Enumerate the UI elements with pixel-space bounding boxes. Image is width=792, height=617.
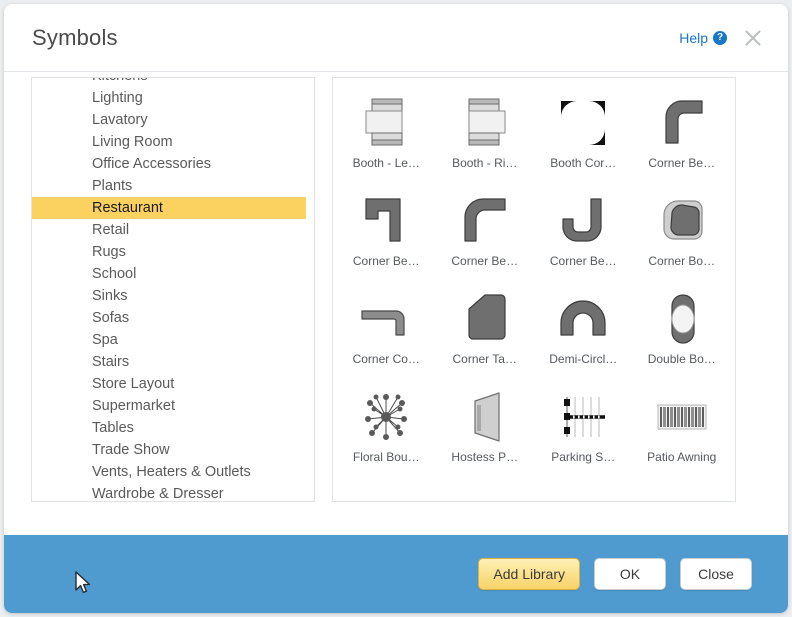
symbol-item[interactable]: Booth Cor… [534,86,633,184]
dialog-header: Symbols Help ? [4,4,788,72]
symbol-label: Floral Bou… [352,450,420,464]
symbol-item[interactable]: Double Bo… [633,282,732,380]
page-title: Symbols [32,24,118,50]
corner-bench-angular-icon [351,190,421,252]
category-list: KitchensLightingLavatoryLiving RoomOffic… [32,78,314,501]
sidebar-item-lavatory[interactable]: Lavatory [32,109,314,131]
sidebar-item-store-layout[interactable]: Store Layout [32,373,314,395]
symbol-item[interactable]: Patio Awning [633,380,732,478]
symbol-item[interactable]: Hostess P… [436,380,535,478]
corner-bench-round-icon [647,92,717,154]
symbol-label: Patio Awning [647,450,717,464]
help-link[interactable]: Help ? [679,30,727,46]
symbol-label: Corner Be… [648,156,716,170]
symbol-item[interactable]: Corner Ta… [436,282,535,380]
sidebar-item-supermarket[interactable]: Supermarket [32,395,314,417]
sidebar-item-plants[interactable]: Plants [32,175,314,197]
symbol-label: Double Bo… [647,352,716,366]
close-button[interactable]: Close [680,558,752,590]
symbol-item[interactable]: Corner Be… [633,86,732,184]
booth-left-icon [351,92,421,154]
sidebar-item-spa[interactable]: Spa [32,329,314,351]
symbol-label: Booth - Ri… [452,156,518,170]
sidebar-item-wardrobe-dresser[interactable]: Wardrobe & Dresser [32,483,314,501]
dialog-body: KitchensLightingLavatoryLiving RoomOffic… [4,72,788,535]
symbol-item[interactable]: Corner Bo… [633,184,732,282]
symbol-label: Corner Co… [352,352,420,366]
sidebar-item-sofas[interactable]: Sofas [32,307,314,329]
category-panel[interactable]: KitchensLightingLavatoryLiving RoomOffic… [31,77,315,502]
symbol-label: Corner Be… [352,254,420,268]
sidebar-item-trade-show[interactable]: Trade Show [32,439,314,461]
patio-awning-icon [647,386,717,448]
symbol-item[interactable]: Booth - Le… [337,86,436,184]
sidebar-item-rugs[interactable]: Rugs [32,241,314,263]
symbol-item[interactable]: Parking S… [534,380,633,478]
corner-booth-icon [647,190,717,252]
close-icon[interactable] [740,25,766,51]
question-circle-icon: ? [713,30,727,45]
booth-corner-icon [548,92,618,154]
booth-right-icon [450,92,520,154]
sidebar-item-kitchens[interactable]: Kitchens [32,78,314,87]
symbol-item[interactable]: Corner Be… [337,184,436,282]
floral-bouquet-icon [351,386,421,448]
symbol-label: Corner Be… [451,254,519,268]
symbol-label: Booth - Le… [352,156,420,170]
parking-stall-icon [548,386,618,448]
sidebar-item-restaurant[interactable]: Restaurant [32,197,306,219]
sidebar-item-office-accessories[interactable]: Office Accessories [32,153,314,175]
symbol-item[interactable]: Corner Co… [337,282,436,380]
symbol-item[interactable]: Corner Be… [534,184,633,282]
sidebar-item-sinks[interactable]: Sinks [32,285,314,307]
symbol-grid: Booth - Le… Booth - Ri… Booth Cor… Corne… [333,78,735,478]
add-library-button[interactable]: Add Library [478,558,580,590]
sidebar-item-school[interactable]: School [32,263,314,285]
symbol-panel[interactable]: Booth - Le… Booth - Ri… Booth Cor… Corne… [332,77,736,502]
corner-table-icon [450,288,520,350]
corner-counter-icon [351,288,421,350]
symbols-dialog: Symbols Help ? KitchensLightingLavatoryL… [4,4,788,613]
sidebar-item-stairs[interactable]: Stairs [32,351,314,373]
demi-circle-icon [548,288,618,350]
sidebar-item-living-room[interactable]: Living Room [32,131,314,153]
sidebar-item-vents-heaters-outlets[interactable]: Vents, Heaters & Outlets [32,461,314,483]
dialog-footer: Add Library OK Close [4,535,788,613]
corner-bench-u-icon [548,190,618,252]
symbol-label: Hostess P… [451,450,519,464]
symbol-item[interactable]: Corner Be… [436,184,535,282]
sidebar-item-retail[interactable]: Retail [32,219,314,241]
ok-button[interactable]: OK [594,558,666,590]
symbol-item[interactable]: Booth - Ri… [436,86,535,184]
symbol-label: Corner Bo… [648,254,716,268]
symbol-item[interactable]: Floral Bou… [337,380,436,478]
symbol-label: Parking S… [551,450,616,464]
symbol-label: Corner Ta… [452,352,517,366]
symbol-label: Corner Be… [549,254,617,268]
symbol-label: Demi-Circl… [549,352,618,366]
sidebar-item-lighting[interactable]: Lighting [32,87,314,109]
double-booth-icon [647,288,717,350]
corner-bench-curve-icon [450,190,520,252]
help-label: Help [679,29,708,46]
symbol-item[interactable]: Demi-Circl… [534,282,633,380]
mouse-cursor [75,571,91,594]
hostess-podium-icon [450,386,520,448]
header-actions: Help ? [679,25,766,51]
symbol-label: Booth Cor… [550,156,617,170]
sidebar-item-tables[interactable]: Tables [32,417,314,439]
